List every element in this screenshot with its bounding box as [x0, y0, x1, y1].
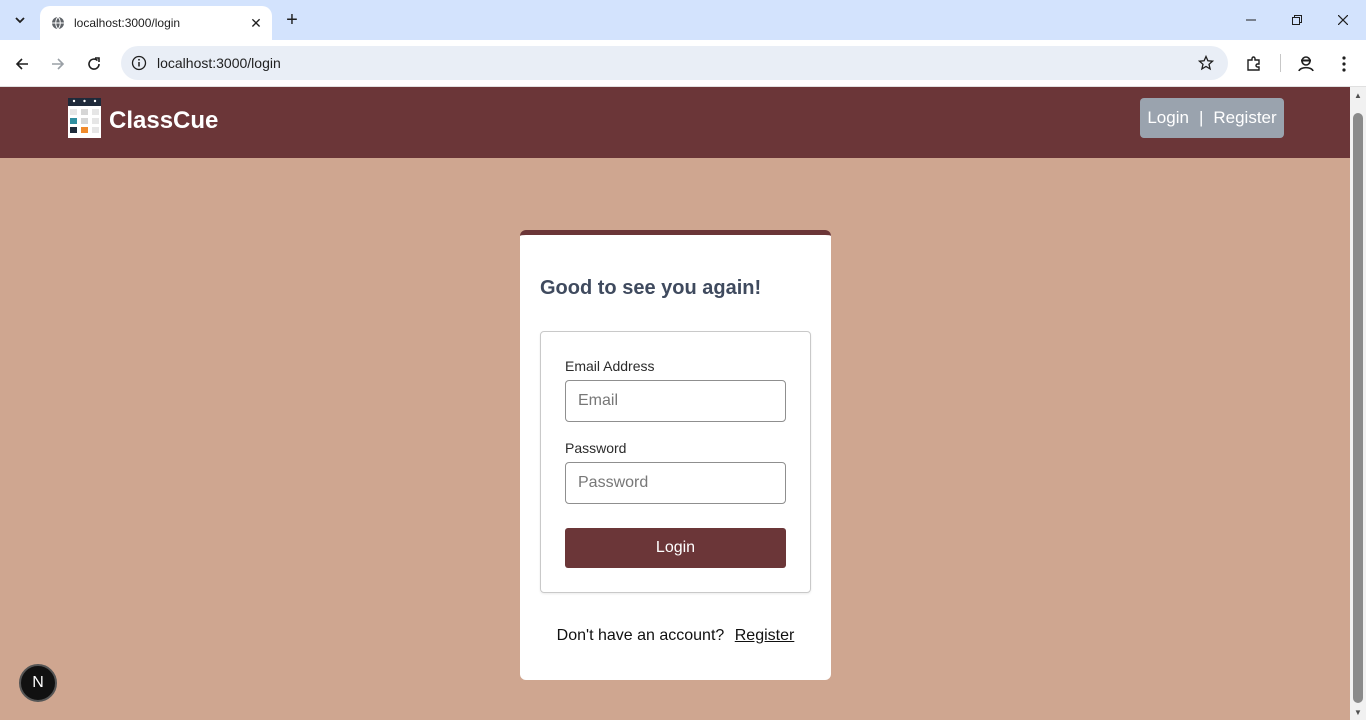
auth-links: Login | Register	[1140, 98, 1284, 138]
dev-badge-label: N	[32, 674, 44, 691]
forward-icon[interactable]	[44, 50, 72, 78]
password-field[interactable]	[565, 462, 786, 504]
dev-tools-badge[interactable]: N	[19, 664, 57, 702]
password-label: Password	[565, 440, 627, 456]
app-header: ClassCue Login | Register	[0, 87, 1350, 158]
browser-toolbar: localhost:3000/login	[0, 40, 1366, 87]
scroll-down-icon[interactable]: ▼	[1350, 704, 1366, 720]
restore-icon[interactable]	[1274, 0, 1320, 40]
header-login-link[interactable]: Login	[1147, 108, 1189, 128]
register-prompt: Don't have an account? Register	[520, 627, 831, 645]
page-scrollbar[interactable]: ▲ ▼	[1350, 87, 1366, 720]
scrollbar-thumb[interactable]	[1353, 113, 1363, 703]
profile-icon[interactable]	[1292, 50, 1320, 78]
tab-list-icon[interactable]	[8, 8, 32, 32]
site-info-icon[interactable]	[129, 53, 149, 73]
browser-tabstrip: localhost:3000/login ✕ +	[0, 0, 1366, 40]
bookmark-star-icon[interactable]	[1192, 49, 1220, 77]
close-icon[interactable]: ✕	[246, 13, 266, 33]
url-text[interactable]: localhost:3000/login	[157, 55, 1192, 71]
login-button[interactable]: Login	[565, 528, 786, 568]
window-close-icon[interactable]	[1320, 0, 1366, 40]
brand[interactable]: ClassCue	[68, 98, 218, 143]
reload-icon[interactable]	[80, 50, 108, 78]
email-label: Email Address	[565, 358, 655, 374]
calendar-logo-icon	[68, 98, 101, 143]
scroll-up-icon[interactable]: ▲	[1350, 87, 1366, 103]
auth-separator: |	[1198, 108, 1204, 127]
globe-icon	[50, 15, 66, 31]
menu-icon[interactable]	[1330, 50, 1358, 78]
no-account-text: Don't have an account?	[556, 627, 725, 644]
login-form: Email Address Password Login	[540, 331, 811, 593]
toolbar-divider	[1280, 54, 1281, 72]
browser-tab[interactable]: localhost:3000/login ✕	[40, 6, 272, 40]
brand-name: ClassCue	[109, 106, 219, 134]
email-field[interactable]	[565, 380, 786, 422]
extensions-icon[interactable]	[1240, 50, 1268, 78]
login-card: Good to see you again! Email Address Pas…	[520, 230, 831, 680]
plus-icon[interactable]: +	[280, 8, 304, 32]
tab-title: localhost:3000/login	[74, 16, 181, 30]
address-bar[interactable]: localhost:3000/login	[121, 46, 1228, 80]
back-icon[interactable]	[8, 50, 36, 78]
register-link[interactable]: Register	[735, 627, 795, 644]
page-title: Good to see you again!	[540, 277, 762, 299]
header-register-link[interactable]: Register	[1213, 108, 1276, 128]
minimize-icon[interactable]	[1228, 0, 1274, 40]
